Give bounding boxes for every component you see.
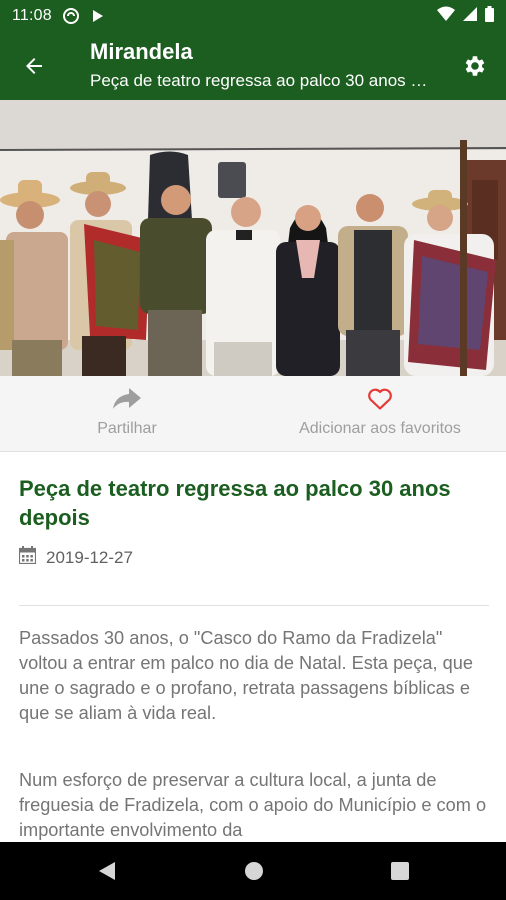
play-store-icon bbox=[90, 8, 106, 24]
wifi-icon bbox=[437, 6, 455, 27]
nav-back-button[interactable] bbox=[94, 858, 120, 884]
battery-icon bbox=[485, 5, 494, 27]
circle-home-icon bbox=[245, 862, 263, 880]
back-button[interactable] bbox=[18, 50, 50, 82]
sync-icon bbox=[62, 7, 80, 25]
article-date: 2019-12-27 bbox=[46, 547, 133, 567]
article-paragraph: Passados 30 anos, o "Casco do Ramo da Fr… bbox=[19, 628, 473, 723]
share-label: Partilhar bbox=[97, 420, 157, 437]
article-date-row: 2019-12-27 bbox=[18, 546, 133, 569]
article-content[interactable]: Peça de teatro regressa ao palco 30 anos… bbox=[0, 452, 506, 842]
status-bar: 11:08 bbox=[0, 0, 506, 32]
article-photo bbox=[0, 100, 506, 376]
action-bar: Partilhar Adicionar aos favoritos bbox=[0, 376, 506, 452]
favorite-label: Adicionar aos favoritos bbox=[299, 420, 461, 437]
calendar-icon bbox=[18, 546, 37, 569]
share-arrow-icon bbox=[113, 386, 141, 412]
article-paragraph: Num esforço de preservar a cultura local… bbox=[19, 770, 487, 840]
nav-home-button[interactable] bbox=[241, 858, 267, 884]
article-headline: Peça de teatro regressa ao palco 30 anos… bbox=[19, 476, 451, 530]
app-bar: Mirandela Peça de teatro regressa ao pal… bbox=[0, 32, 506, 100]
settings-button[interactable] bbox=[458, 50, 490, 82]
status-time: 11:08 bbox=[12, 7, 52, 24]
divider bbox=[19, 605, 489, 606]
gear-icon bbox=[465, 56, 485, 76]
heart-outline-icon bbox=[367, 386, 393, 412]
nav-recents-button[interactable] bbox=[387, 858, 413, 884]
arrow-left-icon bbox=[26, 58, 42, 74]
system-nav-bar bbox=[0, 842, 506, 900]
add-favorite-button[interactable]: Adicionar aos favoritos bbox=[286, 376, 474, 452]
app-subtitle: Peça de teatro regressa ao palco 30 anos… bbox=[90, 71, 436, 90]
triangle-back-icon bbox=[99, 862, 115, 880]
share-button[interactable]: Partilhar bbox=[60, 376, 194, 452]
app-title: Mirandela bbox=[90, 39, 193, 64]
signal-icon bbox=[463, 6, 477, 27]
square-recents-icon bbox=[391, 862, 409, 880]
